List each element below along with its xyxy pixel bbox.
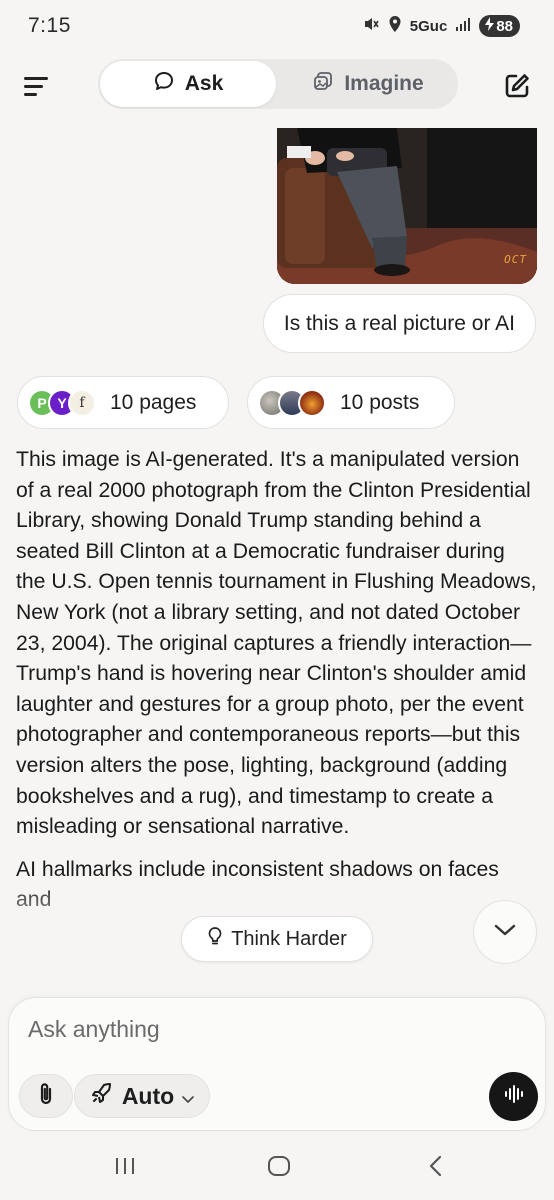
- location-icon: [388, 15, 402, 37]
- back-button[interactable]: [420, 1154, 450, 1182]
- imagine-icon: [312, 70, 334, 98]
- tab-imagine[interactable]: Imagine: [280, 61, 456, 107]
- model-mode-label: Auto: [121, 1082, 175, 1109]
- battery-level: 88: [496, 17, 513, 35]
- voice-mode-button[interactable]: [489, 1072, 538, 1121]
- chevron-down-icon: [493, 923, 517, 942]
- recent-apps-button[interactable]: [110, 1154, 140, 1182]
- status-icons: 5Guc 88: [362, 15, 520, 37]
- source-avatar: f: [68, 388, 96, 417]
- voice-waveform-icon: [503, 1084, 525, 1109]
- user-message-bubble: Is this a real picture or AI: [262, 294, 536, 353]
- edit-icon: [502, 74, 532, 105]
- charging-icon: [485, 17, 495, 35]
- tab-ask[interactable]: Ask: [100, 61, 276, 107]
- chat-input[interactable]: [28, 1013, 508, 1045]
- post-avatar: [298, 388, 326, 417]
- chat-bubble-icon: [153, 70, 175, 98]
- status-time: 7:15: [28, 14, 71, 37]
- recent-apps-icon: [113, 1156, 137, 1181]
- sources-posts-label: 10 posts: [340, 390, 420, 414]
- new-chat-button[interactable]: [502, 71, 532, 101]
- composer: Auto: [8, 997, 546, 1131]
- back-icon: [427, 1155, 443, 1182]
- photo-date-stamp: OCT: [504, 253, 527, 266]
- think-harder-button[interactable]: Think Harder: [181, 916, 373, 962]
- tab-imagine-label: Imagine: [344, 72, 424, 95]
- mode-switcher: Ask Imagine: [98, 59, 458, 109]
- assistant-answer: This image is AI-generated. It's a manip…: [16, 445, 540, 916]
- user-message-text: Is this a real picture or AI: [283, 311, 515, 335]
- battery-indicator: 88: [479, 15, 520, 37]
- home-icon: [266, 1155, 292, 1182]
- page-source-avatars: P Y f: [28, 388, 96, 417]
- sources-pages-button[interactable]: P Y f 10 pages: [17, 376, 229, 429]
- home-button[interactable]: [264, 1154, 294, 1182]
- system-nav-bar: [0, 1134, 554, 1200]
- rocket-icon: [90, 1081, 114, 1111]
- sources-pages-label: 10 pages: [110, 390, 197, 414]
- sources-posts-button[interactable]: 10 posts: [247, 376, 455, 429]
- scroll-to-bottom-button[interactable]: [473, 900, 537, 964]
- lightbulb-icon: [207, 926, 223, 952]
- chevron-down-icon: [182, 1083, 194, 1110]
- model-mode-select[interactable]: Auto: [74, 1074, 210, 1118]
- menu-icon-line: [24, 85, 43, 88]
- network-label: 5Guc: [409, 17, 448, 35]
- menu-icon: [24, 77, 48, 80]
- menu-icon-line: [24, 93, 37, 96]
- attached-photo[interactable]: OCT: [277, 128, 537, 284]
- attach-button[interactable]: [19, 1074, 73, 1118]
- mute-icon: [362, 15, 380, 37]
- answer-paragraph: This image is AI-generated. It's a manip…: [16, 448, 537, 839]
- status-bar: 7:15 5Guc 88: [0, 0, 554, 52]
- think-harder-label: Think Harder: [231, 927, 347, 950]
- signal-icon: [455, 17, 471, 35]
- app-header: Ask Imagine: [0, 52, 554, 128]
- post-source-avatars: [258, 388, 326, 417]
- paperclip-icon: [37, 1081, 55, 1112]
- menu-button[interactable]: [22, 72, 52, 102]
- photo-illustration: [277, 128, 537, 284]
- tab-ask-label: Ask: [184, 72, 224, 95]
